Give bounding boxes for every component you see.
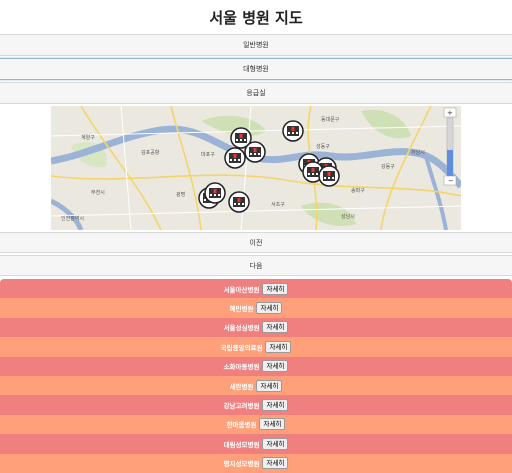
hospital-detail-button[interactable]: 자세히 (262, 457, 289, 470)
map-label: 부천시 (91, 189, 105, 196)
page-title: 서울 병원 지도 (209, 8, 303, 27)
hospital-row: 서울성심병원 자세히 (0, 317, 512, 338)
map-label: 광명 (176, 191, 185, 198)
next-page-button[interactable]: 다음 (0, 255, 512, 276)
hospital-building-icon[interactable] (318, 165, 340, 187)
hospital-building-icon[interactable] (204, 182, 226, 204)
map-label: 송파구 (351, 187, 365, 194)
category-emergency-room-button[interactable]: 응급실 (0, 82, 512, 104)
map-label: 서초구 (271, 201, 285, 208)
hospital-name: 서울성심병원 (223, 324, 260, 333)
map-canvas[interactable]: 계양구 부천시 인천광역시 광명 하남시 성남시 강동구 송파구 서초구 마포구… (51, 106, 461, 230)
map-label: 성동구 (316, 143, 330, 150)
hospital-name: 강남고려병원 (223, 402, 260, 411)
hospital-building-icon[interactable] (244, 141, 266, 163)
category-large-hospital-button[interactable]: 대형병원 (0, 58, 512, 80)
hospital-detail-button[interactable]: 자세히 (262, 282, 289, 295)
map-label: 동대문구 (321, 116, 340, 123)
category-general-hospital-button[interactable]: 일반병원 (0, 34, 512, 56)
hospital-row: 소화아동병원 자세히 (0, 356, 512, 376)
hospital-building-icon[interactable] (282, 120, 304, 142)
hospital-list: 서울아산병원 자세히 혜민병원 자세히 서울성심병원 자세히 국립중앙의료원 자세히 소화아동병… (0, 279, 512, 473)
hospital-detail-button[interactable]: 자세히 (262, 437, 289, 450)
map-label: 성남시 (341, 213, 355, 220)
map-label: 마포구 (201, 151, 215, 158)
hospital-building-icon[interactable] (228, 191, 250, 213)
hospital-name: 명지성모병원 (223, 460, 260, 469)
hospital-name: 한마음병원 (226, 421, 257, 430)
hospital-name: 서울아산병원 (223, 285, 260, 294)
hospital-building-icon[interactable] (224, 147, 246, 169)
hospital-detail-button[interactable]: 자세히 (256, 302, 283, 315)
hospital-detail-button[interactable]: 자세히 (262, 360, 289, 373)
hospital-name: 소화아동병원 (223, 363, 260, 372)
map-label: 하남시 (411, 149, 425, 156)
hospital-detail-button[interactable]: 자세히 (262, 321, 289, 334)
hospital-name: 대림성모병원 (223, 440, 260, 449)
hospital-detail-button[interactable]: 자세히 (262, 399, 289, 412)
hospital-map[interactable]: 계양구 부천시 인천광역시 광명 하남시 성남시 강동구 송파구 서초구 마포구… (51, 106, 461, 230)
svg-text:−: − (448, 177, 454, 185)
hospital-row: 세란병원 자세히 (0, 375, 512, 396)
hospital-detail-button[interactable]: 자세히 (256, 379, 283, 392)
map-label: 김포공항 (141, 149, 160, 156)
hospital-name: 혜민병원 (229, 305, 254, 314)
prev-page-button[interactable]: 이전 (0, 232, 512, 253)
map-label: 강동구 (381, 163, 395, 170)
map-label: 인천광역시 (61, 215, 84, 222)
hospital-row: 강남고려병원 자세히 (0, 395, 512, 415)
map-label: 계양구 (81, 134, 95, 141)
hospital-detail-button[interactable]: 자세히 (265, 340, 292, 353)
hospital-detail-button[interactable]: 자세히 (259, 418, 286, 431)
hospital-row: 대림성모병원 자세히 (0, 434, 512, 454)
svg-text:+: + (447, 109, 453, 117)
hospital-row: 국립중앙의료원 자세히 (0, 337, 512, 357)
hospital-name: 국립중앙의료원 (220, 343, 263, 352)
hospital-row: 혜민병원 자세히 (0, 298, 512, 318)
hospital-name: 세란병원 (229, 382, 254, 391)
hospital-row: 서울아산병원 자세히 (0, 279, 512, 299)
hospital-row: 한마음병원 자세히 (0, 414, 512, 435)
